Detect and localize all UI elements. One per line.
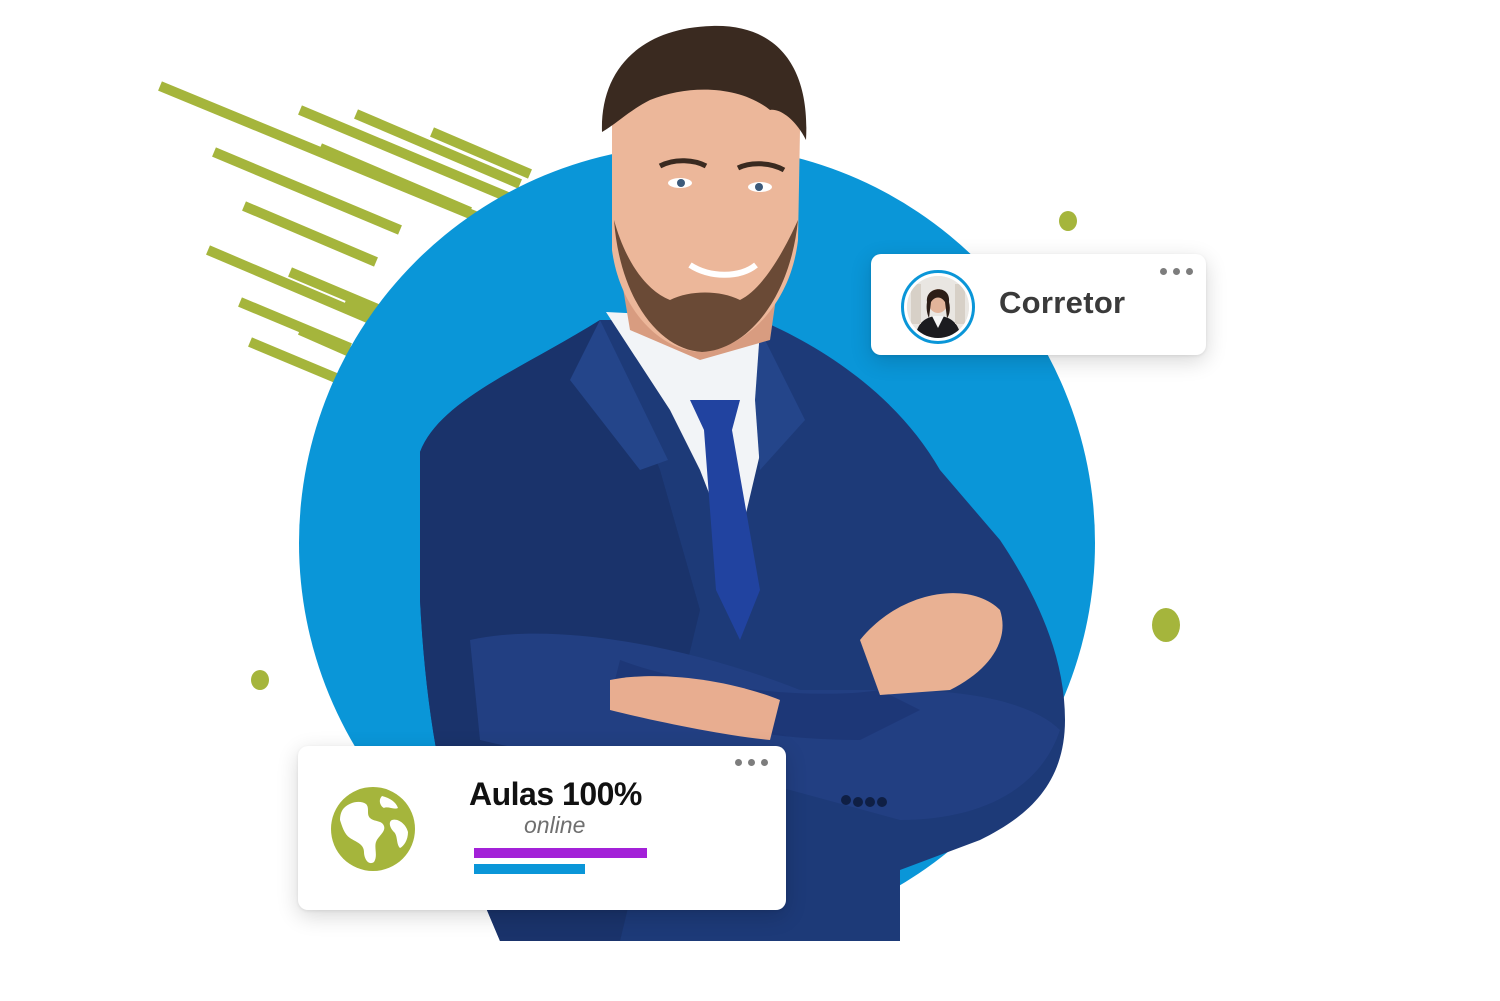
aulas-card[interactable]: Aulas 100% online: [298, 746, 786, 910]
corretor-card[interactable]: Corretor: [871, 254, 1206, 355]
progress-bar-blue-fill: [474, 864, 585, 874]
decorative-dot: [1059, 211, 1077, 231]
person-avatar-icon: [901, 270, 975, 344]
corretor-label: Corretor: [999, 285, 1126, 320]
aulas-title: Aulas 100%: [469, 776, 642, 812]
progress-bar-blue: [474, 864, 647, 874]
more-dots-icon[interactable]: [735, 759, 768, 766]
aulas-subtitle: online: [524, 812, 586, 838]
decorative-dot: [1152, 608, 1180, 642]
progress-bar-purple: [474, 848, 647, 858]
hero-illustration: Corretor Aulas 100% online: [0, 0, 1500, 1001]
decorative-dot: [251, 670, 269, 690]
globe-icon: [331, 787, 415, 871]
more-dots-icon[interactable]: [1160, 268, 1193, 275]
progress-bar-purple-fill: [474, 848, 647, 858]
avatar-portrait: [907, 276, 969, 338]
